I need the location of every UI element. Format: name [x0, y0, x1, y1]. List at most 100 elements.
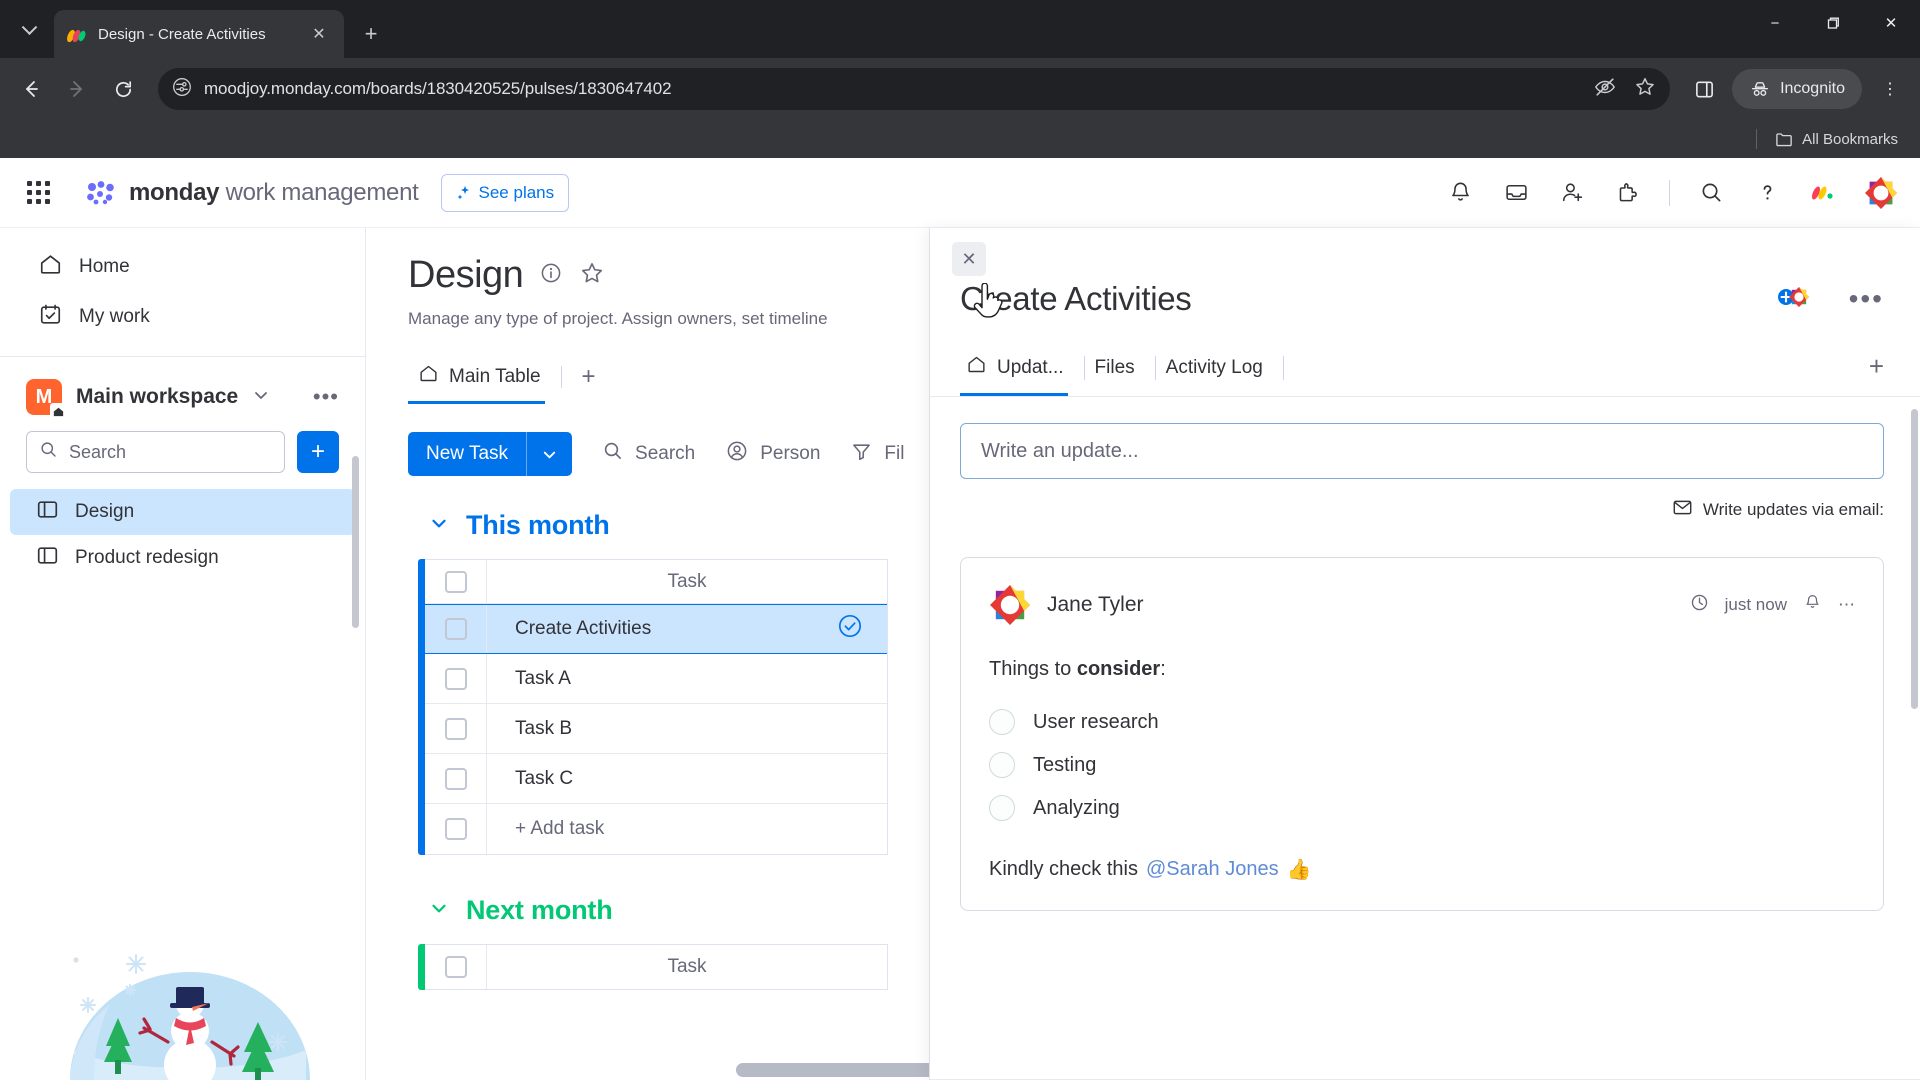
update-menu-button[interactable]: ⋯	[1838, 595, 1855, 615]
inbox-icon[interactable]	[1501, 178, 1531, 208]
search-icon[interactable]	[1696, 178, 1726, 208]
table-body: Task Create Activities Task A Task B Tas…	[425, 559, 888, 855]
new-task-caret-icon[interactable]	[527, 446, 572, 463]
workspace-menu-button[interactable]: •••	[313, 384, 339, 410]
task-name-cell[interactable]: Create Activities	[487, 613, 887, 645]
list-item[interactable]: User research	[989, 709, 1855, 735]
reload-button[interactable]	[102, 68, 144, 110]
tab-close-button[interactable]: ✕	[306, 21, 332, 47]
checklist-radio[interactable]	[989, 795, 1015, 821]
panel-title: Create Activities	[960, 280, 1192, 317]
sidebar-item-my-work[interactable]: My work	[12, 292, 353, 342]
add-board-button[interactable]: +	[297, 431, 339, 473]
checklist-radio[interactable]	[989, 752, 1015, 778]
select-all-cell	[425, 945, 487, 989]
chevron-down-icon[interactable]	[428, 512, 450, 539]
forward-button[interactable]	[56, 68, 98, 110]
update-meta: just now ⋯	[1690, 593, 1855, 617]
row-checkbox[interactable]	[444, 818, 467, 840]
all-bookmarks-button[interactable]: All Bookmarks	[1767, 126, 1906, 153]
back-button[interactable]	[10, 68, 52, 110]
chevron-down-icon[interactable]	[252, 386, 270, 409]
panel-scrollbar[interactable]	[1911, 409, 1918, 709]
write-update-input[interactable]: Write an update...	[960, 423, 1884, 479]
side-panel-button[interactable]	[1684, 69, 1724, 109]
window-minimize-button[interactable]: −	[1746, 0, 1804, 46]
sidebar-item-home[interactable]: Home	[12, 242, 353, 292]
task-name-cell[interactable]: Task B	[487, 718, 887, 740]
add-view-button[interactable]: +	[568, 363, 610, 395]
tab-updates[interactable]: Updat...	[960, 346, 1080, 396]
table-row[interactable]: Task A	[425, 654, 887, 704]
bell-icon[interactable]	[1803, 593, 1822, 617]
row-select-cell	[425, 704, 487, 753]
chevron-down-icon[interactable]	[428, 897, 450, 924]
sidebar-search-row: Search +	[0, 431, 365, 489]
board-title-row: Design	[408, 254, 929, 297]
sidebar-scrollbar[interactable]	[352, 456, 359, 628]
sidebar-nav: Home My work	[0, 228, 365, 357]
add-task-label[interactable]: + Add task	[487, 818, 887, 840]
add-task-row[interactable]: + Add task	[425, 804, 887, 854]
list-item[interactable]: Analyzing	[989, 795, 1855, 821]
checklist-radio[interactable]	[989, 709, 1015, 735]
task-name-cell[interactable]: Task A	[487, 668, 887, 690]
workspace-selector[interactable]: M Main workspace •••	[0, 357, 365, 431]
add-tab-button[interactable]: +	[1869, 351, 1884, 392]
browser-menu-button[interactable]: ⋮	[1870, 69, 1910, 109]
table-row[interactable]: Create Activities	[425, 604, 887, 654]
tab-activity-log[interactable]: Activity Log	[1160, 349, 1279, 394]
favorite-star-icon[interactable]	[579, 260, 605, 291]
sidebar-board-product-redesign[interactable]: Product redesign	[10, 535, 355, 581]
write-updates-via-email[interactable]: Write updates via email:	[960, 497, 1884, 523]
browser-tab[interactable]: Design - Create Activities ✕	[54, 10, 344, 58]
apps-puzzle-icon[interactable]	[1613, 178, 1643, 208]
window-close-button[interactable]: ✕	[1862, 0, 1920, 46]
close-panel-button[interactable]: ✕	[952, 242, 986, 276]
third-party-cookie-blocked-icon[interactable]	[1594, 76, 1616, 103]
table-row[interactable]: Task B	[425, 704, 887, 754]
list-item[interactable]: Testing	[989, 752, 1855, 778]
select-all-checkbox[interactable]	[444, 570, 467, 593]
monday-doc-icon[interactable]	[1808, 178, 1838, 208]
author-name: Jane Tyler	[1047, 593, 1144, 616]
site-settings-icon[interactable]	[172, 77, 192, 102]
user-avatar[interactable]	[1864, 176, 1898, 210]
invite-members-icon[interactable]	[1557, 178, 1587, 208]
notifications-bell-icon[interactable]	[1445, 178, 1475, 208]
tab-main-table[interactable]: Main Table	[408, 353, 555, 404]
row-checkbox[interactable]	[444, 618, 467, 640]
row-checkbox[interactable]	[444, 717, 467, 740]
board-search-button[interactable]: Search	[602, 440, 695, 468]
filter-button[interactable]: Fil	[850, 440, 904, 469]
new-tab-button[interactable]: +	[354, 17, 388, 51]
write-update-placeholder: Write an update...	[981, 439, 1139, 462]
mention-link[interactable]: @Sarah Jones	[1146, 858, 1279, 881]
home-icon	[418, 363, 439, 390]
bookmark-star-icon[interactable]	[1634, 76, 1656, 103]
window-maximize-button[interactable]	[1804, 0, 1862, 46]
search-tabs-button[interactable]	[6, 8, 52, 54]
panel-menu-button[interactable]: •••	[1849, 283, 1884, 315]
help-question-icon[interactable]	[1752, 178, 1782, 208]
row-checkbox[interactable]	[444, 667, 467, 690]
task-done-icon[interactable]	[837, 613, 863, 645]
select-all-checkbox[interactable]	[444, 956, 467, 978]
see-plans-button[interactable]: See plans	[440, 173, 570, 212]
address-bar[interactable]: moodjoy.monday.com/boards/1830420525/pul…	[158, 68, 1671, 110]
apps-grid-icon[interactable]	[22, 176, 56, 210]
sparkle-icon	[457, 185, 469, 199]
person-filter-button[interactable]: Person	[725, 439, 820, 469]
add-integration-icon[interactable]	[1775, 282, 1813, 317]
sidebar-board-design[interactable]: Design	[10, 489, 355, 535]
row-checkbox[interactable]	[444, 767, 467, 790]
tab-files[interactable]: Files	[1089, 349, 1151, 394]
new-task-button[interactable]: New Task	[408, 432, 573, 476]
board-horizontal-scrollbar[interactable]	[736, 1063, 929, 1077]
task-name-cell[interactable]: Task C	[487, 768, 887, 790]
info-icon[interactable]	[539, 261, 563, 290]
sidebar-search-input[interactable]: Search	[26, 431, 285, 473]
incognito-indicator[interactable]: Incognito	[1732, 69, 1862, 109]
brand-name: monday	[129, 178, 220, 206]
table-row[interactable]: Task C	[425, 754, 887, 804]
